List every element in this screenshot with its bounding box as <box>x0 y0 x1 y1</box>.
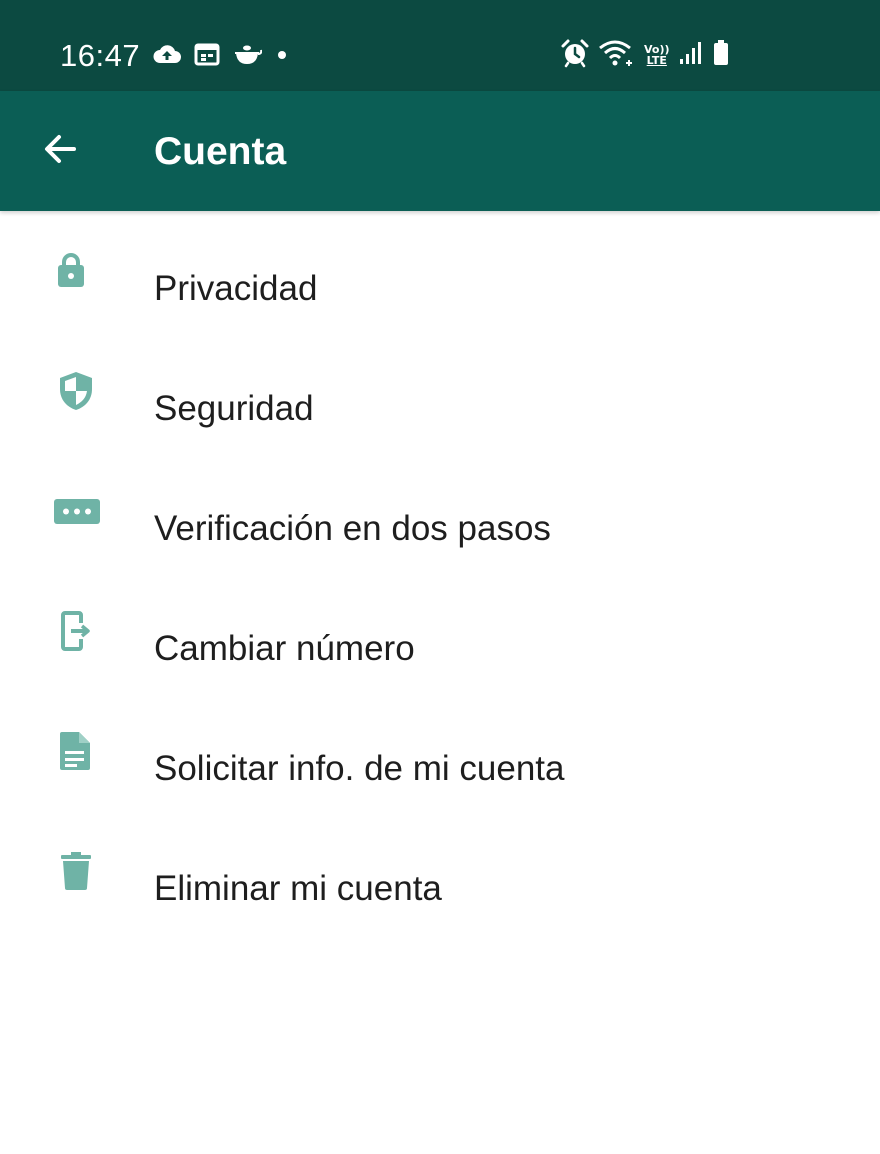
menu-item-delete-account[interactable]: Eliminar mi cuenta <box>0 811 880 931</box>
shield-icon <box>50 371 104 411</box>
volte-text-bottom: LTE <box>646 54 667 67</box>
change-number-icon <box>50 611 104 651</box>
menu-item-label: Eliminar mi cuenta <box>154 869 442 908</box>
lock-icon <box>50 251 104 291</box>
menu-item-security[interactable]: Seguridad <box>0 331 880 451</box>
page-title: Cuenta <box>154 130 287 173</box>
status-time: 16:47 <box>60 38 141 73</box>
status-left-icons <box>152 40 290 72</box>
account-menu: Privacidad Seguridad Verificación en dos… <box>0 211 880 931</box>
teapot-icon <box>232 41 263 72</box>
menu-item-request-account-info[interactable]: Solicitar info. de mi cuenta <box>0 691 880 811</box>
menu-item-label: Privacidad <box>154 269 318 308</box>
cloud-upload-icon <box>152 43 182 70</box>
back-button[interactable] <box>30 121 90 181</box>
document-icon <box>50 731 104 771</box>
calendar-icon <box>194 42 220 71</box>
dot-icon <box>274 46 290 67</box>
alarm-icon <box>560 38 590 73</box>
menu-item-label: Cambiar número <box>154 629 415 668</box>
status-bar: 16:47 Vo)) LTE <box>0 0 880 91</box>
status-right-icons: Vo)) LTE <box>560 38 730 72</box>
password-dots-icon <box>50 491 104 531</box>
volte-icon: Vo)) LTE <box>644 44 670 66</box>
battery-icon <box>712 39 730 72</box>
wifi-icon <box>598 38 636 73</box>
menu-item-privacy[interactable]: Privacidad <box>0 211 880 331</box>
menu-item-change-number[interactable]: Cambiar número <box>0 571 880 691</box>
signal-icon <box>678 40 704 71</box>
menu-item-two-step-verification[interactable]: Verificación en dos pasos <box>0 451 880 571</box>
menu-item-label: Solicitar info. de mi cuenta <box>154 749 565 788</box>
arrow-back-icon <box>40 129 80 174</box>
trash-icon <box>50 851 104 891</box>
menu-item-label: Seguridad <box>154 389 314 428</box>
menu-item-label: Verificación en dos pasos <box>154 509 551 548</box>
app-bar: Cuenta <box>0 91 880 211</box>
